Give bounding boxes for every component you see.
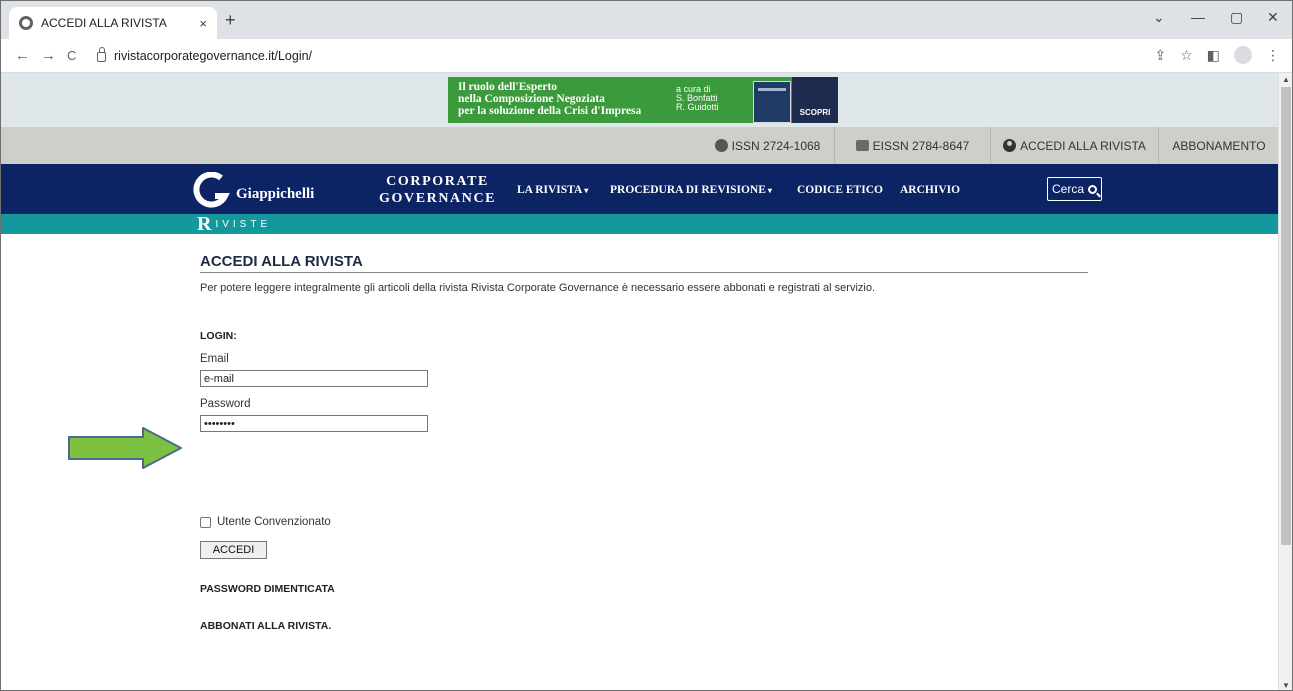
nav-item-label: PROCEDURA DI REVISIONE (610, 184, 766, 196)
tab-title: ACCEDI ALLA RIVISTA (41, 16, 167, 30)
book-advert-banner[interactable]: Il ruolo dell'Esperto nella Composizione… (448, 77, 838, 123)
nav-item-label: ARCHIVIO (900, 184, 961, 196)
new-tab-icon[interactable]: + (225, 11, 236, 29)
window-close-icon[interactable]: ✕ (1267, 9, 1279, 26)
subscribe-link[interactable]: ABBONAMENTO (1158, 127, 1279, 164)
intro-text: Per potere leggere integralmente gli art… (200, 282, 876, 294)
book-cover-image (753, 81, 791, 123)
issn-link[interactable]: ISSN 2724-1068 (701, 127, 834, 164)
search-button[interactable]: Cerca (1047, 177, 1103, 201)
main-nav: Giappichelli CORPORATE GOVERNANCE LA RIV… (1, 164, 1279, 214)
eissn-link[interactable]: EISSN 2784-8647 (834, 127, 990, 164)
advertisement-strip: Il ruolo dell'Esperto nella Composizione… (1, 73, 1279, 127)
riviste-brand[interactable]: R IVISTE (197, 213, 272, 235)
nav-item-label: CODICE ETICO (797, 184, 883, 196)
forgot-password-link[interactable]: PASSWORD DIMENTICATA (200, 583, 335, 595)
web-page: Il ruolo dell'Esperto nella Composizione… (1, 73, 1279, 690)
browser-tab-bar: ACCEDI ALLA RIVISTA × + ⌄ — ▢ ✕ (1, 1, 1292, 39)
login-link[interactable]: ACCEDI ALLA RIVISTA (990, 127, 1158, 164)
page-scrollbar[interactable]: ▲ ▼ (1278, 73, 1292, 690)
user-circle-icon (1003, 139, 1017, 152)
bookmark-star-icon[interactable]: ☆ (1180, 47, 1193, 65)
utility-nav: ISSN 2724-1068 EISSN 2784-8647 ACCEDI AL… (1, 127, 1279, 164)
journal-title-line-1: CORPORATE (386, 174, 489, 189)
search-icon (1088, 184, 1098, 194)
journal-title-line-2: GOVERNANCE (379, 191, 497, 206)
chevron-down-icon: ▾ (767, 186, 772, 195)
riviste-rest: IVISTE (215, 218, 272, 230)
browser-tab[interactable]: ACCEDI ALLA RIVISTA × (9, 7, 217, 39)
accedi-button[interactable]: ACCEDI (200, 541, 267, 559)
issn-label: ISSN 2724-1068 (731, 138, 821, 153)
convenzionato-row: Utente Convenzionato (200, 516, 331, 528)
search-button-label: Cerca (1052, 182, 1085, 196)
reload-icon[interactable]: C (67, 48, 76, 63)
tab-search-icon[interactable]: ⌄ (1153, 9, 1165, 26)
convenzionato-checkbox[interactable] (200, 516, 211, 528)
banner-line-1: Il ruolo dell'Esperto (458, 81, 558, 93)
riviste-initial: R (197, 213, 212, 235)
scrollbar-thumb[interactable] (1281, 87, 1291, 545)
page-title: ACCEDI ALLA RIVISTA (200, 253, 363, 270)
side-panel-icon[interactable]: ◧ (1207, 47, 1220, 65)
profile-avatar-icon[interactable] (1234, 46, 1252, 64)
banner-line-3: per la soluzione della Crisi d'Impresa (458, 105, 642, 117)
riviste-strip: R IVISTE (1, 214, 1279, 234)
subscribe-journal-link[interactable]: ABBONATI ALLA RIVISTA. (200, 620, 331, 632)
minimize-icon[interactable]: — (1191, 9, 1205, 25)
screenshot-frame: ACCEDI ALLA RIVISTA × + ⌄ — ▢ ✕ ← → C ri… (0, 0, 1293, 691)
email-field[interactable] (200, 370, 428, 387)
chevron-down-icon: ▾ (584, 186, 589, 195)
url-field[interactable]: rivistacorporategovernance.it/Login/ (97, 43, 1187, 69)
giappichelli-logo-icon[interactable] (191, 172, 231, 208)
logo-text[interactable]: Giappichelli (236, 186, 314, 203)
banner-line-2: nella Composizione Negoziata (458, 93, 605, 105)
browser-toolbar-icons: ⇪ ☆ ◧ ⋮ (1154, 46, 1280, 65)
eissn-label: EISSN 2784-8647 (872, 138, 970, 153)
login-heading: LOGIN: (200, 330, 237, 342)
nav-item-archivio[interactable]: ARCHIVIO (900, 184, 960, 196)
scroll-down-icon[interactable]: ▼ (1282, 681, 1290, 690)
scopri-button[interactable]: SCOPRI (792, 77, 838, 123)
book-open-icon (714, 139, 728, 152)
title-divider (200, 272, 1088, 273)
nav-item-label: LA RIVISTA (517, 184, 583, 196)
close-tab-icon[interactable]: × (199, 16, 207, 31)
back-icon[interactable]: ← (15, 47, 30, 64)
forward-icon[interactable]: → (41, 47, 56, 64)
email-label: Email (200, 353, 229, 365)
password-field[interactable] (200, 415, 428, 432)
login-link-label: ACCEDI ALLA RIVISTA (1020, 138, 1146, 153)
scroll-up-icon[interactable]: ▲ (1282, 75, 1290, 84)
tablet-icon (855, 140, 869, 151)
convenzionato-label[interactable]: Utente Convenzionato (217, 516, 331, 528)
annotation-arrow-icon (68, 427, 182, 469)
url-text: rivistacorporategovernance.it/Login/ (114, 49, 313, 63)
journal-title[interactable]: CORPORATE GOVERNANCE (379, 173, 496, 207)
browser-address-bar: ← → C rivistacorporategovernance.it/Logi… (1, 39, 1292, 73)
banner-credit-3: R. Guidotti (676, 102, 719, 112)
globe-icon (19, 16, 33, 30)
lock-icon (97, 47, 106, 62)
share-icon[interactable]: ⇪ (1154, 47, 1166, 65)
subscribe-link-label: ABBONAMENTO (1172, 138, 1266, 153)
maximize-icon[interactable]: ▢ (1230, 9, 1243, 26)
password-label: Password (200, 398, 251, 410)
nav-item-codice-etico[interactable]: CODICE ETICO (797, 184, 883, 196)
browser-menu-icon[interactable]: ⋮ (1266, 47, 1280, 65)
nav-item-procedura-di-revisione[interactable]: PROCEDURA DI REVISIONE ▾ (610, 184, 772, 196)
nav-item-la-rivista[interactable]: LA RIVISTA ▾ (517, 184, 588, 196)
